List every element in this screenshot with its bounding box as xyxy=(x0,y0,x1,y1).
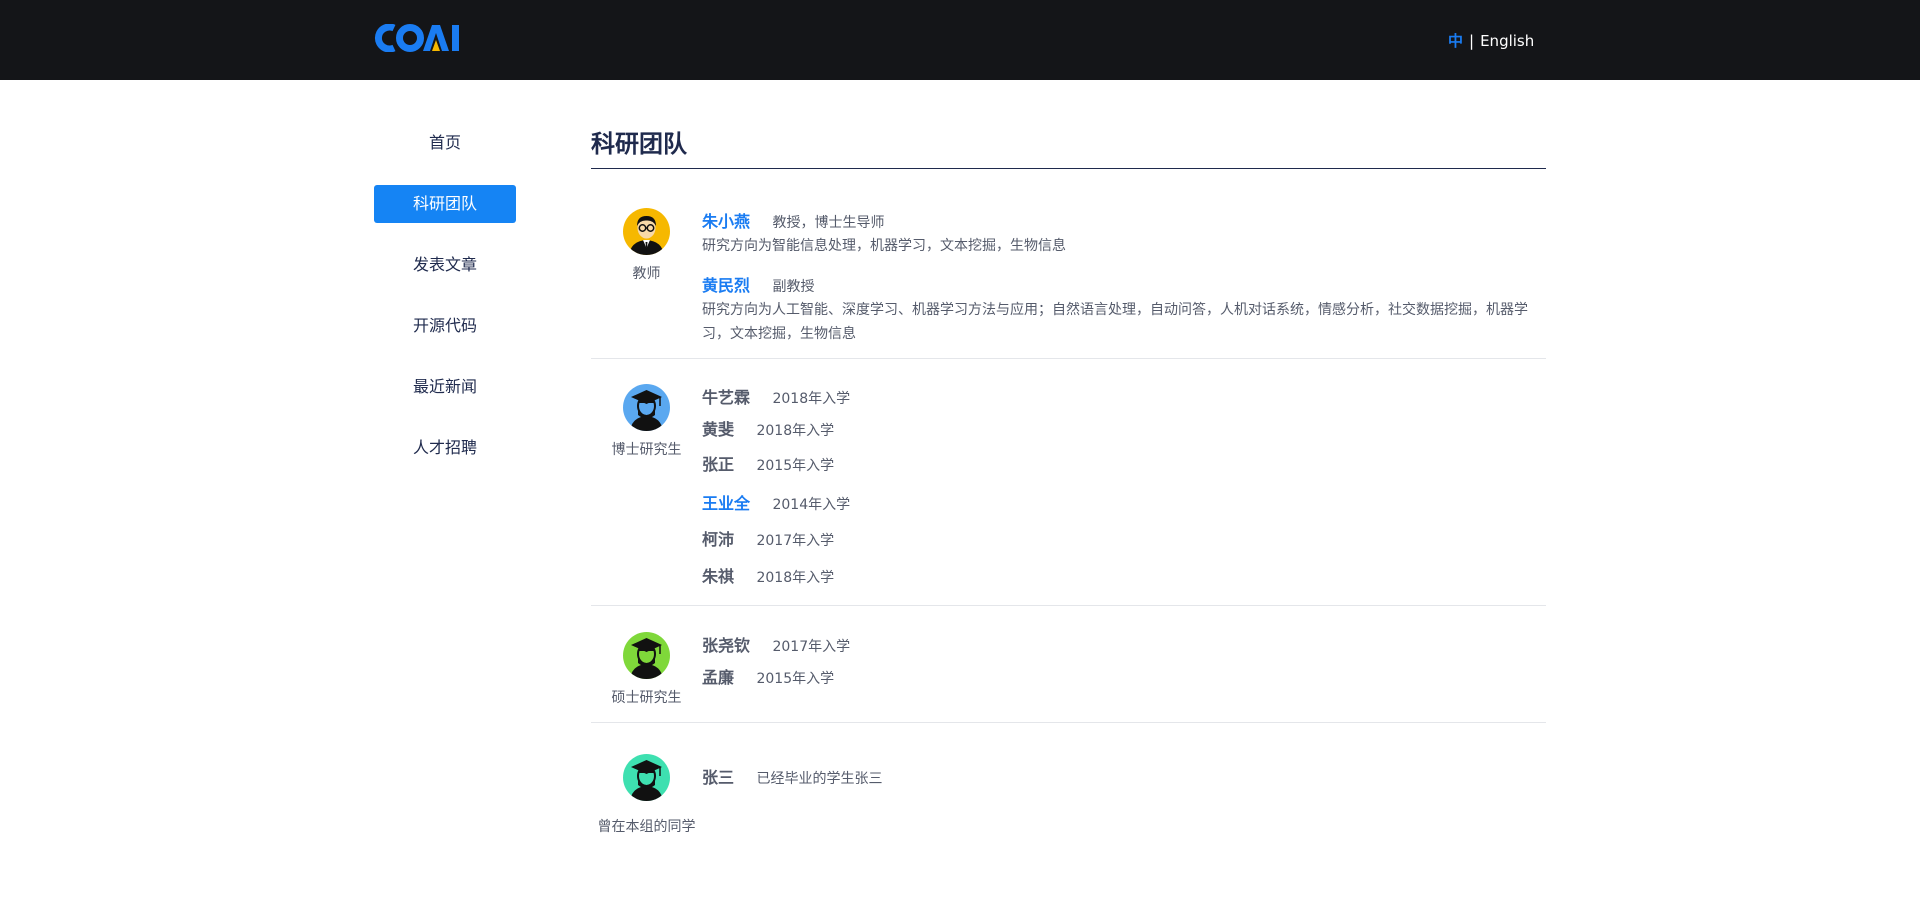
member-title: 已经毕业的学生张三 xyxy=(756,771,883,787)
member-item: 柯沛 2017年入学 xyxy=(702,526,1546,563)
member-description: 研究方向为智能信息处理，机器学习，文本挖掘，生物信息 xyxy=(702,238,1066,254)
graduate-avatar-icon xyxy=(623,632,670,679)
member-name: 牛艺霖 xyxy=(702,388,751,407)
main-content: 科研团队 教师 朱小燕 教授，博士生导师 研究方向为智能信息处理，机器学习，文本… xyxy=(591,124,1546,853)
sidebar-item-publications[interactable]: 发表文章 xyxy=(374,246,516,284)
member-item: 朱祺 2018年入学 xyxy=(702,563,1546,593)
group-label: 曾在本组的同学 xyxy=(597,819,696,835)
member-title: 2014年入学 xyxy=(772,497,851,513)
page-title: 科研团队 xyxy=(591,124,1546,169)
group-header: 教师 xyxy=(591,208,702,358)
member-name: 张三 xyxy=(702,768,735,787)
lang-zh-link[interactable]: 中 xyxy=(1448,30,1463,51)
member-item: 黄斐 2018年入学 xyxy=(702,416,1546,451)
member-name: 张尧钦 xyxy=(702,636,751,655)
member-item: 张三 已经毕业的学生张三 xyxy=(702,764,1546,788)
top-header: 中 | English xyxy=(0,0,1920,80)
member-item: 黄民烈 副教授 研究方向为人工智能、深度学习、机器学习方法与应用；自然语言处理，… xyxy=(702,272,1546,346)
lang-separator: | xyxy=(1469,31,1475,50)
member-name: 孟廉 xyxy=(702,668,735,687)
coai-logo[interactable] xyxy=(374,24,460,52)
member-item: 朱小燕 教授，博士生导师 研究方向为智能信息处理，机器学习，文本挖掘，生物信息 xyxy=(702,208,1546,258)
sidebar-item-code[interactable]: 开源代码 xyxy=(374,307,516,345)
group-master-students: 硕士研究生 张尧钦 2017年入学 孟廉 2015年入学 xyxy=(591,606,1546,723)
graduate-avatar-icon xyxy=(623,754,670,801)
member-title: 2018年入学 xyxy=(756,570,835,586)
member-item: 王业全 2014年入学 xyxy=(702,490,1546,526)
group-members: 张尧钦 2017年入学 孟廉 2015年入学 xyxy=(702,632,1546,722)
graduate-avatar-icon xyxy=(623,384,670,431)
member-title: 2015年入学 xyxy=(756,458,835,474)
lang-en-link[interactable]: English xyxy=(1480,32,1534,50)
member-name-link[interactable]: 王业全 xyxy=(702,494,750,513)
member-name: 朱祺 xyxy=(702,567,735,586)
group-header: 博士研究生 xyxy=(591,384,702,605)
language-switcher: 中 | English xyxy=(1448,30,1534,51)
group-label: 教师 xyxy=(632,266,661,282)
member-title: 2018年入学 xyxy=(772,391,851,407)
member-title: 2017年入学 xyxy=(756,533,835,549)
member-name: 柯沛 xyxy=(702,530,735,549)
member-name-link[interactable]: 朱小燕 xyxy=(702,212,750,231)
sidebar-item-news[interactable]: 最近新闻 xyxy=(374,368,516,406)
teacher-avatar-icon xyxy=(623,208,670,255)
member-title: 副教授 xyxy=(772,279,815,295)
member-title: 2017年入学 xyxy=(772,639,851,655)
group-label: 博士研究生 xyxy=(611,442,682,458)
member-name: 黄斐 xyxy=(702,420,735,439)
member-title: 教授，博士生导师 xyxy=(772,215,885,231)
group-alumni: 曾在本组的同学 张三 已经毕业的学生张三 xyxy=(591,723,1546,853)
group-members: 朱小燕 教授，博士生导师 研究方向为智能信息处理，机器学习，文本挖掘，生物信息 … xyxy=(702,208,1546,358)
group-teachers: 教师 朱小燕 教授，博士生导师 研究方向为智能信息处理，机器学习，文本挖掘，生物… xyxy=(591,169,1546,359)
member-item: 张正 2015年入学 xyxy=(702,451,1546,490)
member-description: 研究方向为人工智能、深度学习、机器学习方法与应用；自然语言处理，自动问答，人机对… xyxy=(702,302,1528,342)
group-header: 硕士研究生 xyxy=(591,632,702,722)
group-header: 曾在本组的同学 xyxy=(591,754,702,853)
group-members: 张三 已经毕业的学生张三 xyxy=(702,754,1546,853)
member-name-link[interactable]: 黄民烈 xyxy=(702,276,750,295)
group-label: 硕士研究生 xyxy=(611,690,682,706)
sidebar-nav: 首页 科研团队 发表文章 开源代码 最近新闻 人才招聘 xyxy=(374,124,518,490)
sidebar-item-home[interactable]: 首页 xyxy=(374,124,516,162)
member-item: 牛艺霖 2018年入学 xyxy=(702,384,1546,416)
member-title: 2018年入学 xyxy=(756,423,835,439)
member-item: 张尧钦 2017年入学 xyxy=(702,632,1546,664)
sidebar-item-recruitment[interactable]: 人才招聘 xyxy=(374,429,516,467)
member-name: 张正 xyxy=(702,455,735,474)
sidebar-item-team[interactable]: 科研团队 xyxy=(374,185,516,223)
member-title: 2015年入学 xyxy=(756,671,835,687)
member-item: 孟廉 2015年入学 xyxy=(702,664,1546,694)
group-phd-students: 博士研究生 牛艺霖 2018年入学 黄斐 2018年入学 张正 2015年入学 … xyxy=(591,359,1546,606)
group-members: 牛艺霖 2018年入学 黄斐 2018年入学 张正 2015年入学 王业全 20… xyxy=(702,384,1546,605)
